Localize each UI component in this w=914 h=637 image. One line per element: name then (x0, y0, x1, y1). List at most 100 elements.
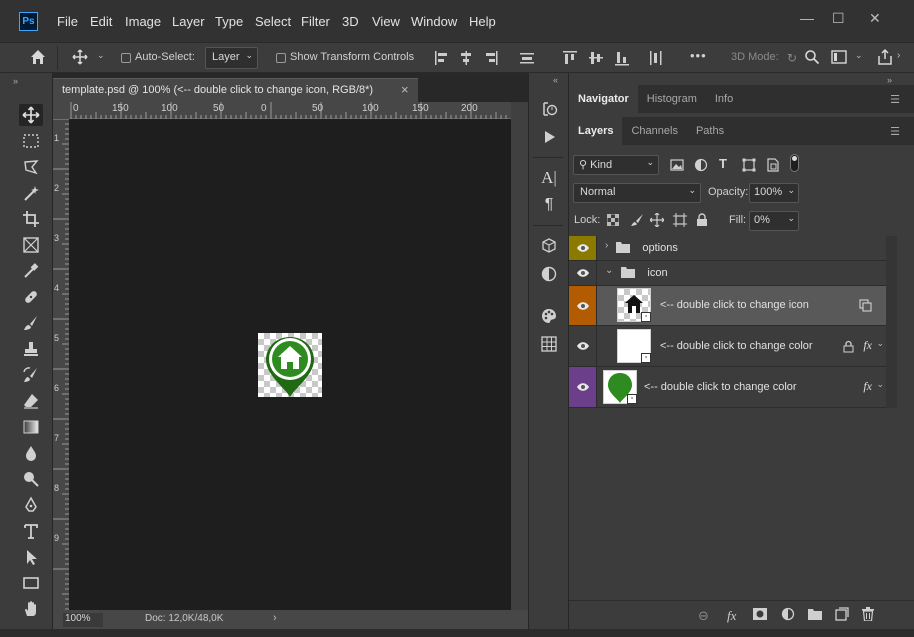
filter-smart-object-icon[interactable] (766, 158, 780, 175)
menu-layer[interactable]: Layer (172, 14, 205, 29)
gradient-tool-icon[interactable] (19, 416, 43, 438)
chevron-down-icon[interactable]: ⌄ (876, 338, 884, 349)
rectangle-tool-icon[interactable] (19, 572, 43, 594)
workspace-icon[interactable] (831, 50, 847, 67)
layer-filter-kind[interactable]: ⚲ Kind ⌄ (573, 155, 659, 175)
move-tool-preset-icon[interactable] (72, 49, 88, 68)
menu-type[interactable]: Type (215, 14, 243, 29)
collapse-icon[interactable]: » (13, 76, 18, 86)
layer-thumbnail[interactable]: ▫ (603, 370, 637, 404)
layers-scrollbar[interactable] (886, 236, 897, 408)
document-tab[interactable]: template.psd @ 100% (<-- double click to… (53, 78, 418, 102)
close-button[interactable]: ✕ (869, 10, 881, 27)
3d-panel-icon[interactable] (538, 235, 560, 257)
align-top-icon[interactable] (562, 50, 578, 69)
restore-button[interactable]: ☐ (832, 10, 845, 27)
align-left-icon[interactable] (434, 50, 448, 69)
close-document-icon[interactable]: × (401, 82, 409, 97)
lock-position-icon[interactable] (649, 212, 665, 230)
hand-tool-icon[interactable] (19, 598, 43, 620)
actions-play-icon[interactable] (538, 126, 560, 148)
filter-toggle[interactable] (790, 154, 799, 172)
layer-group-icon[interactable]: ⌄ icon (569, 261, 886, 286)
dodge-tool-icon[interactable] (19, 468, 43, 490)
new-adjustment-layer-icon[interactable] (781, 607, 795, 624)
layer-thumbnail[interactable]: ▫ (617, 288, 651, 322)
tab-info[interactable]: Info (706, 85, 742, 113)
menu-image[interactable]: Image (125, 14, 161, 29)
layer-effects-icon[interactable]: fx (863, 379, 872, 394)
tab-layers[interactable]: Layers (569, 117, 623, 145)
delete-layer-icon[interactable] (862, 607, 874, 624)
panel-menu-icon[interactable]: ☰ (890, 93, 900, 106)
visibility-eye-icon[interactable] (569, 261, 597, 285)
collapse-icon[interactable]: » (887, 75, 892, 85)
document-image[interactable] (258, 333, 322, 397)
history-brush-tool-icon[interactable] (19, 364, 43, 386)
horizontal-ruler[interactable]: 0 150 100 50 0 50 100 150 200 (69, 102, 511, 119)
distribute-icon[interactable] (519, 50, 535, 69)
chevron-down-icon[interactable]: ⌄ (876, 379, 884, 390)
magic-wand-tool-icon[interactable] (19, 182, 43, 204)
lock-transparent-icon[interactable] (606, 213, 620, 229)
align-center-icon[interactable] (459, 50, 473, 69)
add-style-icon[interactable]: fx (727, 608, 736, 624)
new-group-icon[interactable] (808, 608, 822, 623)
minimize-button[interactable]: — (800, 10, 814, 26)
visibility-eye-icon[interactable] (569, 286, 597, 325)
chevron-right-icon[interactable]: › (897, 50, 900, 61)
align-middle-icon[interactable] (588, 50, 604, 69)
more-options-button[interactable]: ••• (690, 48, 707, 63)
add-mask-icon[interactable] (753, 608, 767, 623)
filter-pixel-icon[interactable] (670, 158, 684, 175)
history-panel-icon[interactable] (538, 98, 560, 120)
visibility-eye-icon[interactable] (569, 367, 597, 407)
paragraph-panel-icon[interactable]: ¶ (538, 194, 560, 216)
filter-adjustment-icon[interactable] (694, 158, 708, 175)
lock-all-icon[interactable] (696, 213, 708, 230)
link-layers-icon[interactable] (859, 299, 872, 315)
auto-select-dropdown[interactable]: Layer ⌄ (205, 47, 258, 69)
chevron-down-icon[interactable]: ⌄ (855, 50, 863, 61)
healing-brush-tool-icon[interactable] (19, 286, 43, 308)
character-panel-icon[interactable]: A| (538, 167, 560, 189)
patterns-panel-icon[interactable] (538, 333, 560, 355)
zoom-level[interactable]: 100% (63, 613, 103, 627)
fill-input[interactable]: 0% ⌄ (749, 211, 799, 231)
menu-select[interactable]: Select (255, 14, 291, 29)
visibility-eye-icon[interactable] (569, 236, 597, 260)
layer-group-options[interactable]: › options (569, 236, 886, 261)
stamp-tool-icon[interactable] (19, 338, 43, 360)
layer-color-smart-object-1[interactable]: ▫ <-- double click to change color fx ⌄ (569, 326, 886, 367)
expand-icon[interactable]: « (553, 75, 558, 85)
chevron-down-icon[interactable]: ⌄ (97, 50, 105, 61)
align-bottom-icon[interactable] (614, 50, 630, 69)
show-transform-checkbox[interactable] (276, 53, 286, 63)
blur-tool-icon[interactable] (19, 442, 43, 464)
lock-artboard-icon[interactable] (673, 213, 687, 230)
search-icon[interactable] (804, 49, 820, 68)
path-selection-tool-icon[interactable] (19, 546, 43, 568)
3d-rotate-icon[interactable]: ↻ (787, 51, 797, 65)
share-icon[interactable] (876, 48, 894, 69)
chevron-right-icon[interactable]: › (605, 240, 608, 260)
lock-pixels-icon[interactable] (630, 213, 644, 230)
swatches-panel-icon[interactable] (538, 305, 560, 327)
marquee-tool-icon[interactable] (19, 130, 43, 152)
type-tool-icon[interactable] (19, 520, 43, 542)
menu-file[interactable]: File (57, 14, 78, 29)
move-tool-icon[interactable] (19, 104, 43, 126)
opacity-input[interactable]: 100% ⌄ (749, 183, 799, 203)
tab-histogram[interactable]: Histogram (638, 85, 706, 113)
ruler-origin[interactable] (53, 102, 69, 119)
layer-color-smart-object-2[interactable]: ▫ <-- double click to change color fx ⌄ (569, 367, 886, 408)
filter-type-icon[interactable]: T (719, 156, 727, 171)
pen-tool-icon[interactable] (19, 494, 43, 516)
tab-navigator[interactable]: Navigator (569, 85, 638, 113)
link-icon[interactable]: ⊖ (698, 608, 709, 624)
distribute-vertical-icon[interactable] (648, 50, 664, 69)
tab-channels[interactable]: Channels (622, 117, 686, 145)
vertical-ruler[interactable]: 1 2 3 4 5 6 7 8 9 (53, 119, 69, 610)
eyedropper-tool-icon[interactable] (19, 260, 43, 282)
home-icon[interactable] (29, 48, 47, 69)
